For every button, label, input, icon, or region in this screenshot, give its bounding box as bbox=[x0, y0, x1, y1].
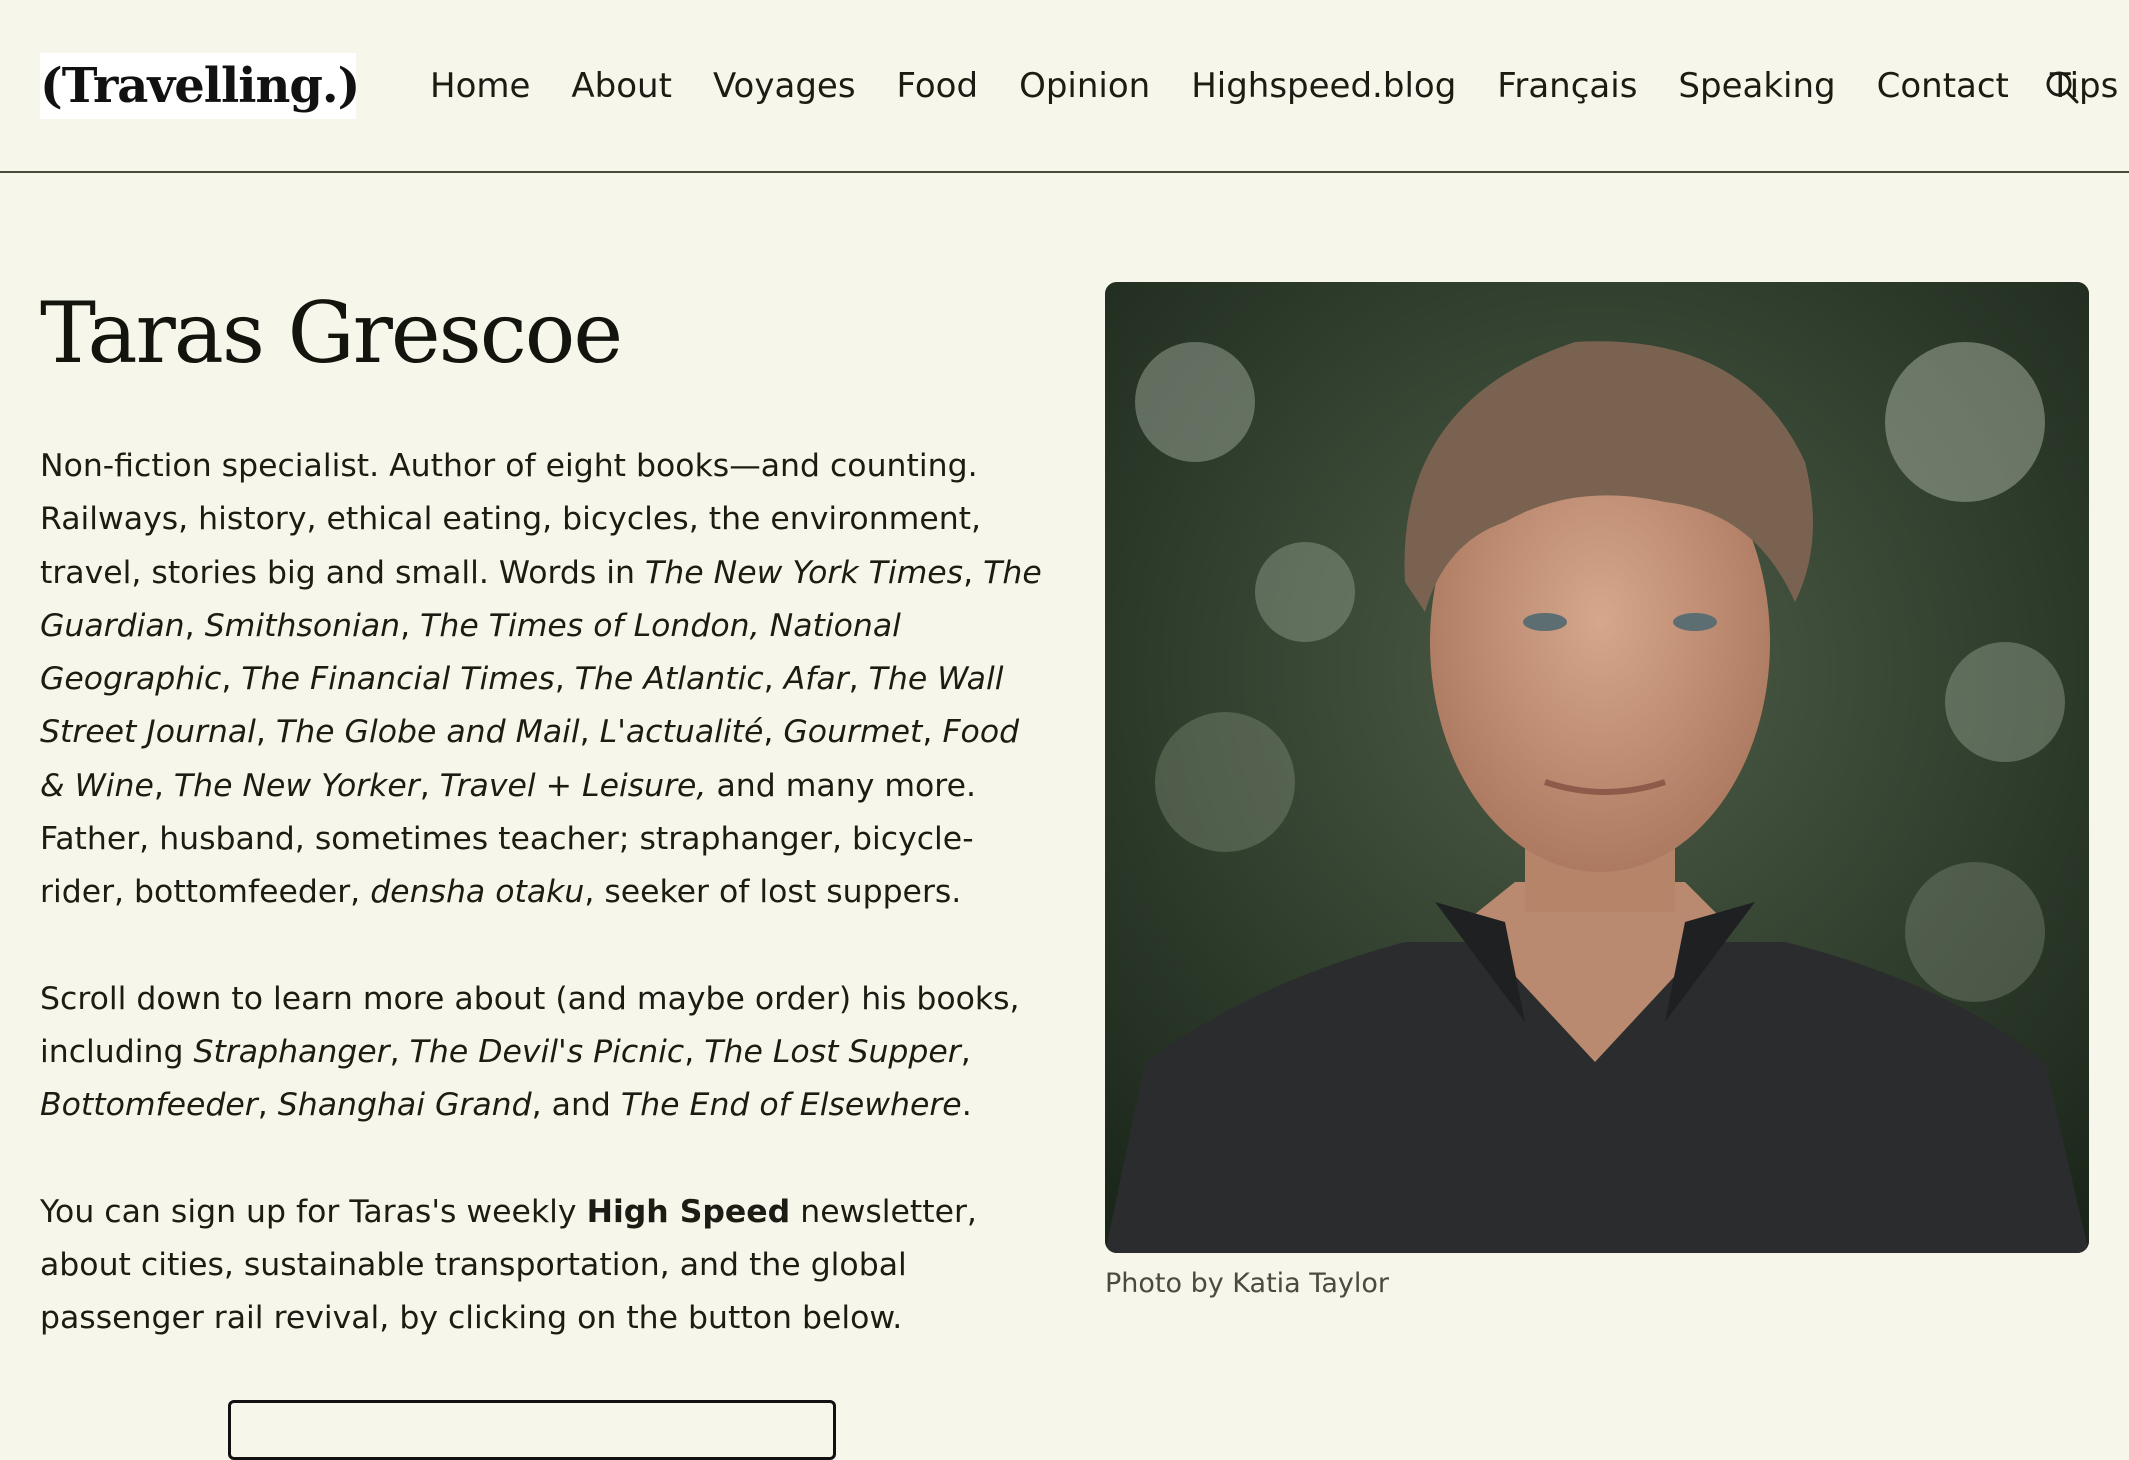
publication-title: The Devil's Picnic bbox=[409, 1033, 685, 1070]
text-run: , bbox=[400, 607, 421, 644]
publication-title: The End of Elsewhere bbox=[620, 1087, 962, 1124]
publication-title: The Atlantic bbox=[574, 661, 764, 698]
nav-food[interactable]: Food bbox=[897, 56, 979, 116]
site-logo[interactable]: (Travelling.) bbox=[40, 53, 360, 119]
newsletter-name: High Speed bbox=[586, 1193, 791, 1230]
publication-title: Travel + Leisure, bbox=[439, 767, 707, 804]
nav-voyages[interactable]: Voyages bbox=[713, 56, 856, 116]
text-run: , bbox=[579, 714, 600, 751]
text-run: , bbox=[960, 1033, 971, 1070]
text-run: , seeker of lost suppers. bbox=[584, 874, 962, 911]
main-nav: Home About Voyages Food Opinion Highspee… bbox=[430, 56, 2129, 116]
text-run: You can sign up for Taras's weekly bbox=[40, 1193, 587, 1230]
publication-title: Bottomfeeder bbox=[40, 1087, 258, 1124]
publication-title: The Lost Supper bbox=[704, 1033, 961, 1070]
text-run: , bbox=[963, 554, 984, 591]
newsletter-signup-button[interactable] bbox=[228, 1400, 836, 1460]
publication-title: Shanghai Grand bbox=[277, 1087, 532, 1124]
bio-paragraph-3: You can sign up for Taras's weekly High … bbox=[40, 1186, 1050, 1346]
nav-home[interactable]: Home bbox=[430, 56, 530, 116]
text-run: , bbox=[153, 767, 174, 804]
text-run: , bbox=[554, 661, 575, 698]
publication-title: The New York Times bbox=[645, 554, 964, 591]
text-run: , bbox=[255, 714, 276, 751]
text-run: , bbox=[257, 1087, 278, 1124]
text-run: , bbox=[763, 661, 784, 698]
text-run: , bbox=[848, 661, 869, 698]
site-header: (Travelling.) Home About Voyages Food Op… bbox=[0, 0, 2129, 173]
bio-text: Non-fiction specialist. Author of eight … bbox=[40, 440, 1050, 1398]
publication-title: The Globe and Mail bbox=[275, 714, 580, 751]
bio-paragraph-2: Scroll down to learn more about (and may… bbox=[40, 973, 1050, 1133]
nav-contact[interactable]: Contact bbox=[1877, 56, 2009, 116]
text-run: , bbox=[419, 767, 440, 804]
publication-title: densha otaku bbox=[370, 874, 585, 911]
text-run: . bbox=[961, 1087, 972, 1124]
publication-title: Afar bbox=[783, 661, 849, 698]
photo-caption: Photo by Katia Taylor bbox=[1105, 1268, 1389, 1299]
text-run: , bbox=[184, 607, 205, 644]
author-photo bbox=[1105, 282, 2089, 1253]
text-run: , bbox=[389, 1033, 410, 1070]
publication-title: Gourmet bbox=[783, 714, 923, 751]
search-icon[interactable] bbox=[2045, 70, 2079, 104]
text-run: , bbox=[684, 1033, 705, 1070]
bio-paragraph-1: Non-fiction specialist. Author of eight … bbox=[40, 440, 1050, 920]
publication-title: The Financial Times bbox=[241, 661, 555, 698]
text-run: , bbox=[922, 714, 943, 751]
publication-title: The New Yorker bbox=[173, 767, 420, 804]
text-run: , and bbox=[531, 1087, 621, 1124]
text-run: , bbox=[221, 661, 242, 698]
page-title: Taras Grescoe bbox=[40, 284, 623, 382]
publication-title: Straphanger bbox=[193, 1033, 390, 1070]
nav-speaking[interactable]: Speaking bbox=[1678, 56, 1835, 116]
nav-opinion[interactable]: Opinion bbox=[1019, 56, 1150, 116]
nav-about[interactable]: About bbox=[571, 56, 672, 116]
nav-francais[interactable]: Français bbox=[1497, 56, 1637, 116]
publication-title: L'actualité bbox=[599, 714, 764, 751]
publication-title: Smithsonian bbox=[204, 607, 401, 644]
text-run: , bbox=[763, 714, 784, 751]
nav-highspeed-blog[interactable]: Highspeed.blog bbox=[1191, 56, 1456, 116]
